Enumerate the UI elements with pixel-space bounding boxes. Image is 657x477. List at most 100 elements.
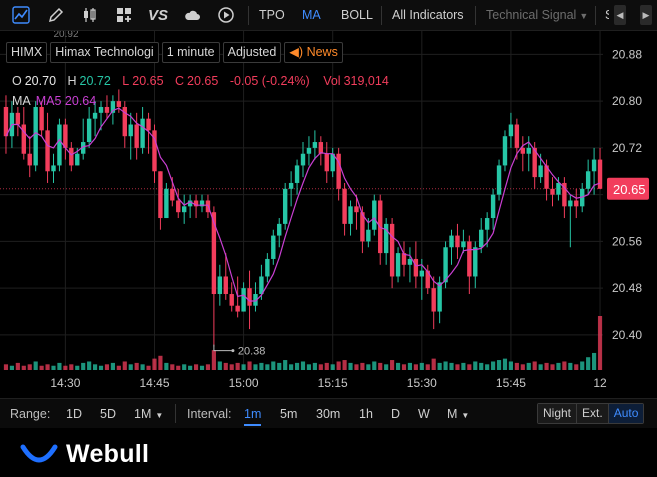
volume-bar xyxy=(51,365,56,370)
volume-bar xyxy=(116,365,121,370)
volume-bar xyxy=(336,361,341,370)
y-tick-label: 20.88 xyxy=(612,47,642,61)
candle-body xyxy=(407,258,413,265)
volume-bar xyxy=(425,364,430,370)
interval-1h-button[interactable]: 1h xyxy=(359,407,373,421)
change-value: -0.05 (-0.24%) xyxy=(229,74,310,88)
range-1m-label: 1M xyxy=(134,407,152,421)
ma-button[interactable]: MA xyxy=(302,8,321,22)
volume-bar xyxy=(283,360,288,370)
volume-bar xyxy=(241,364,246,370)
candle-body xyxy=(585,171,591,189)
truncated-toolbar-item[interactable]: S xyxy=(605,8,609,22)
technical-signal-dropdown[interactable]: Technical Signal ▼ xyxy=(486,8,588,22)
night-mode-button[interactable]: Night xyxy=(538,404,578,423)
candle xyxy=(15,106,21,137)
rangebar-divider xyxy=(175,404,176,423)
cloud-icon[interactable] xyxy=(182,5,202,25)
candle xyxy=(336,147,341,201)
candle-body xyxy=(568,200,573,207)
candle xyxy=(158,171,163,230)
candle-body xyxy=(354,206,359,213)
tpo-button[interactable]: TPO xyxy=(259,8,285,22)
candle-body xyxy=(211,212,217,295)
volume-bar xyxy=(467,364,472,370)
candle xyxy=(508,112,514,148)
volume-bar xyxy=(574,364,579,370)
interval-d-button[interactable]: D xyxy=(391,407,400,421)
extended-hours-button[interactable]: Ext. xyxy=(577,404,609,423)
volume-bar xyxy=(390,360,395,370)
y-tick-label: 20.40 xyxy=(612,328,642,342)
toolbar-divider xyxy=(595,6,596,25)
volume-bar xyxy=(27,364,32,370)
candle-body xyxy=(461,241,466,248)
volume-bar xyxy=(75,365,80,370)
interval-30m-button[interactable]: 30m xyxy=(316,407,340,421)
low-label: L xyxy=(122,74,130,88)
pencil-icon[interactable] xyxy=(46,5,66,25)
volume-bar xyxy=(318,364,323,370)
candle-body xyxy=(241,288,246,312)
boll-button[interactable]: BOLL xyxy=(341,8,373,22)
range-1m-dropdown[interactable]: 1M ▼ xyxy=(134,407,163,421)
candle-body xyxy=(27,153,32,166)
candle-body xyxy=(300,153,306,166)
volume-bar xyxy=(532,361,537,370)
candle-body xyxy=(294,165,300,183)
auto-mode-button[interactable]: Auto xyxy=(608,404,644,423)
line-chart-icon[interactable] xyxy=(11,5,31,25)
next-arrow-icon[interactable]: ▶ xyxy=(640,5,652,25)
candle-body xyxy=(86,118,92,143)
replay-icon[interactable] xyxy=(216,5,236,25)
volume-bar xyxy=(235,362,240,370)
volume-bar xyxy=(419,362,424,370)
candle xyxy=(57,118,62,172)
candle xyxy=(181,194,187,224)
candle xyxy=(271,229,276,265)
interval-5m-button[interactable]: 5m xyxy=(280,407,297,421)
adjusted-label[interactable]: Adjusted xyxy=(222,41,282,63)
candle xyxy=(342,182,347,236)
range-5d-button[interactable]: 5D xyxy=(100,407,116,421)
symbol-label[interactable]: HIMX xyxy=(6,41,48,63)
volume-bar xyxy=(508,361,513,370)
chevron-down-icon: ▼ xyxy=(579,11,589,21)
volume-bar xyxy=(384,364,389,370)
range-1d-button[interactable]: 1D xyxy=(66,407,82,421)
candle-body xyxy=(514,124,520,148)
interval-1m-button[interactable]: 1m xyxy=(244,407,262,426)
candle-body xyxy=(484,218,490,230)
candle-body xyxy=(342,188,347,224)
interval-label[interactable]: 1 minute xyxy=(161,41,220,63)
x-tick-label: 15:45 xyxy=(496,376,526,390)
x-tick-label: 12 xyxy=(593,376,607,390)
candlestick-icon[interactable] xyxy=(80,5,100,25)
candle-body xyxy=(508,124,514,137)
candle-body xyxy=(63,124,68,148)
volume-bar xyxy=(271,361,276,370)
candle xyxy=(33,101,38,172)
volume-bar xyxy=(366,364,371,370)
vs-compare-icon[interactable]: VS xyxy=(146,5,170,25)
candle xyxy=(140,106,145,154)
candle-body xyxy=(69,147,74,166)
candle-body xyxy=(538,165,543,178)
candle-body xyxy=(348,206,353,224)
prev-arrow-icon[interactable]: ◀ xyxy=(614,5,626,25)
all-indicators-button[interactable]: All Indicators xyxy=(392,8,464,22)
candle xyxy=(490,188,496,230)
layout-grid-icon[interactable] xyxy=(114,5,134,25)
interval-w-button[interactable]: W xyxy=(418,407,430,421)
toolbar-divider xyxy=(381,6,382,25)
candle-body xyxy=(312,142,318,148)
low-annotation: 20.38 xyxy=(238,346,266,358)
volume-bar xyxy=(544,362,549,370)
candle-body xyxy=(366,229,371,242)
company-name: Himax Technologi xyxy=(50,41,159,63)
candle-body xyxy=(229,294,234,306)
news-button[interactable]: ◀) News xyxy=(284,41,343,63)
volume-bar xyxy=(348,362,353,370)
interval-m-dropdown[interactable]: M ▼ xyxy=(447,407,469,421)
candle-body xyxy=(247,288,252,306)
